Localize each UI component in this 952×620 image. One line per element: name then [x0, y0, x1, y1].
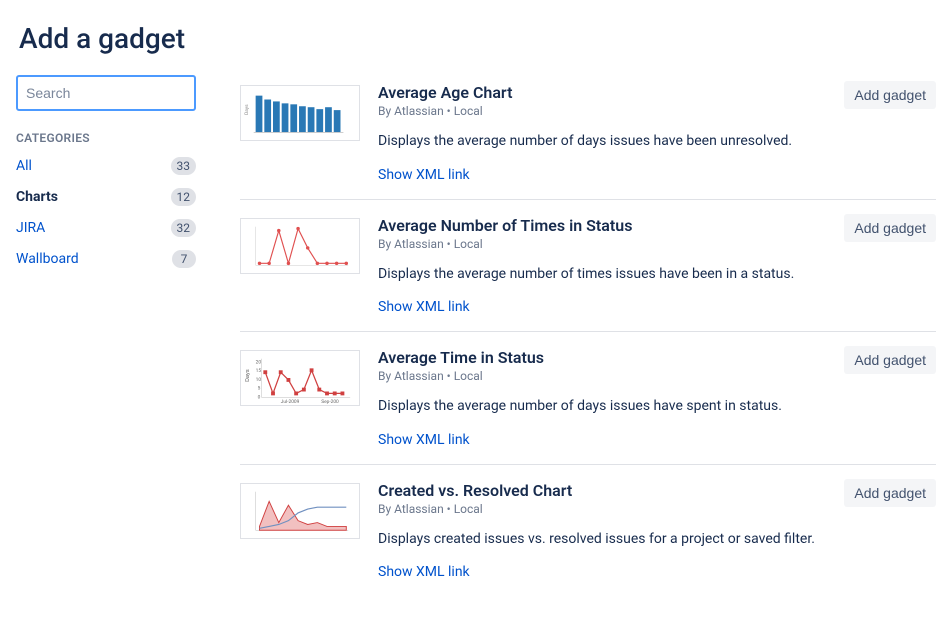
svg-text:0: 0: [258, 394, 261, 400]
gadget-thumbnail: [240, 218, 360, 274]
gadget-thumbnail: Days: [240, 85, 360, 141]
show-xml-link[interactable]: Show XML link: [378, 167, 470, 183]
svg-text:Days: Days: [245, 369, 251, 382]
sidebar: CATEGORIES All 33 Charts 12 JIRA 32 Wall…: [16, 75, 196, 604]
gadget-description: Displays created issues vs. resolved iss…: [378, 530, 936, 550]
show-xml-link[interactable]: Show XML link: [378, 432, 470, 448]
category-count: 32: [171, 219, 197, 237]
search-input[interactable]: [16, 75, 196, 111]
category-item-wallboard[interactable]: Wallboard 7: [16, 250, 196, 268]
category-label: Wallboard: [16, 251, 79, 267]
category-count: 12: [171, 188, 197, 206]
gadget-description: Displays the average number of days issu…: [378, 132, 936, 152]
svg-text:Jul-2009: Jul-2009: [281, 399, 300, 405]
category-item-charts[interactable]: Charts 12: [16, 188, 196, 206]
category-label: Charts: [16, 189, 58, 205]
categories-header: CATEGORIES: [16, 131, 196, 145]
category-label: All: [16, 158, 32, 174]
gadget-description: Displays the average number of times iss…: [378, 265, 936, 285]
category-count: 7: [172, 250, 196, 268]
category-count: 33: [171, 157, 197, 175]
gadget-item: Average Number of Times in Status By Atl…: [240, 208, 936, 333]
category-label: JIRA: [16, 220, 45, 236]
add-gadget-button[interactable]: Add gadget: [844, 214, 936, 242]
gadget-item: Created vs. Resolved Chart By Atlassian …: [240, 473, 936, 597]
category-item-all[interactable]: All 33: [16, 157, 196, 175]
svg-text:Sep-200: Sep-200: [321, 399, 339, 405]
show-xml-link[interactable]: Show XML link: [378, 564, 470, 580]
svg-text:10: 10: [256, 377, 262, 383]
page-title: Add a gadget: [19, 22, 936, 55]
show-xml-link[interactable]: Show XML link: [378, 299, 470, 315]
gadget-item: Days Average Age Chart By Atlassian • Lo…: [240, 75, 936, 200]
category-item-jira[interactable]: JIRA 32: [16, 219, 196, 237]
svg-text:Days: Days: [244, 104, 250, 115]
svg-text:20: 20: [256, 360, 262, 366]
gadget-thumbnail: 20 15 10 5 0 Days Jul-2009 Sep-200: [240, 350, 360, 406]
add-gadget-button[interactable]: Add gadget: [844, 346, 936, 374]
svg-text:5: 5: [258, 386, 261, 392]
gadget-thumbnail: [240, 483, 360, 539]
svg-text:15: 15: [256, 368, 262, 374]
gadget-list: Days Average Age Chart By Atlassian • Lo…: [240, 75, 936, 604]
add-gadget-button[interactable]: Add gadget: [844, 479, 936, 507]
gadget-item: 20 15 10 5 0 Days Jul-2009 Sep-200: [240, 340, 936, 465]
add-gadget-button[interactable]: Add gadget: [844, 81, 936, 109]
gadget-description: Displays the average number of days issu…: [378, 397, 936, 417]
